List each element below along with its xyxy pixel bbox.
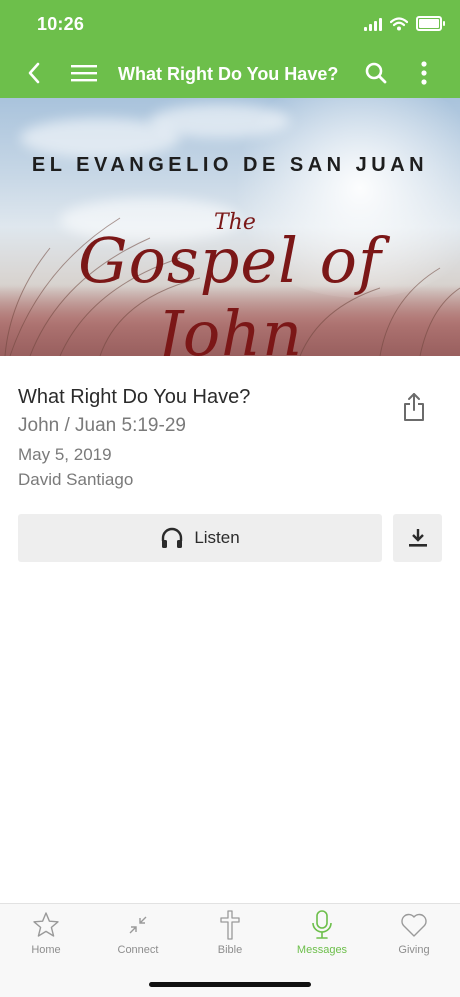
message-date: May 5, 2019 (18, 445, 112, 464)
chevron-left-icon (28, 62, 40, 84)
back-button[interactable] (19, 58, 49, 88)
page-title: What Right Do You Have? (118, 64, 339, 84)
tab-bible-label: Bible (217, 944, 243, 956)
microphone-icon (312, 910, 332, 939)
connect-icon (129, 916, 147, 934)
app-bar: What Right Do You Have? (0, 48, 460, 98)
share-button[interactable] (398, 390, 430, 424)
tab-giving[interactable]: Giving (368, 910, 460, 966)
more-options-button[interactable] (409, 58, 439, 88)
heart-icon (401, 913, 427, 937)
star-icon (33, 912, 59, 937)
status-time: 10:26 (37, 14, 85, 34)
status-bar: 10:26 (0, 0, 460, 48)
status-icons (364, 16, 445, 31)
top-bar: 10:26 What Right Do You Have? (0, 0, 460, 98)
banner-subtitle: EL EVANGELIO DE SAN JUAN (31, 154, 429, 176)
message-details: What Right Do You Have? John / Juan 5:19… (18, 382, 398, 492)
headphones-icon (162, 527, 183, 548)
listen-label: Listen (194, 528, 240, 547)
more-vertical-icon (421, 61, 427, 85)
tab-giving-label: Giving (398, 944, 430, 956)
search-button[interactable] (361, 58, 391, 88)
download-button[interactable] (393, 514, 442, 562)
download-icon (408, 529, 427, 547)
message-speaker: David Santiago (18, 470, 134, 489)
search-icon (365, 62, 387, 84)
tab-messages-label: Messages (296, 944, 348, 956)
listen-button[interactable]: Listen (18, 514, 382, 562)
tab-connect[interactable]: Connect (92, 910, 184, 966)
wifi-icon (390, 16, 408, 30)
series-banner-image: EL EVANGELIO DE SAN JUAN The Gospel of J… (0, 98, 460, 356)
cellular-signal-icon (364, 17, 382, 31)
battery-icon (416, 16, 445, 31)
cross-icon (220, 910, 240, 940)
tab-bible[interactable]: Bible (184, 910, 276, 966)
tab-connect-label: Connect (117, 944, 159, 956)
hamburger-menu-icon (71, 65, 97, 82)
tab-home-label: Home (31, 944, 61, 956)
share-icon (404, 393, 424, 421)
tab-home[interactable]: Home (0, 910, 92, 966)
tab-messages[interactable]: Messages (276, 910, 368, 966)
menu-button[interactable] (69, 58, 99, 88)
message-title: What Right Do You Have? (18, 386, 251, 408)
scripture-reference: John / Juan 5:19-29 (18, 415, 186, 436)
banner-title: Gospel of John (78, 224, 382, 356)
home-indicator[interactable] (149, 982, 311, 987)
